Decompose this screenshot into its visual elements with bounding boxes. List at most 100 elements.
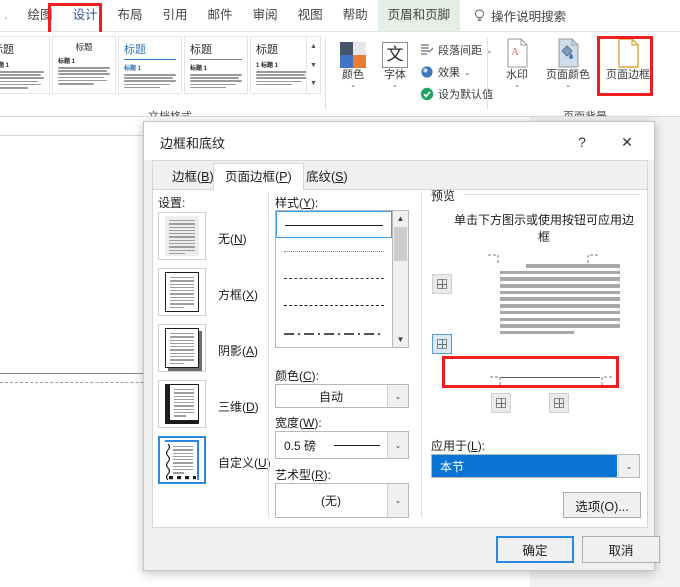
tab-shading[interactable]: 底纹(S): [295, 164, 359, 190]
setting-thumb-3d: [165, 384, 199, 424]
preview-bottom-border-toggle[interactable]: [432, 334, 452, 354]
watermark-button[interactable]: A 水印 ⌄: [496, 38, 538, 90]
tab-page-border-label: 页面边框(: [225, 170, 280, 184]
scroll-up-icon[interactable]: ▲: [393, 211, 408, 226]
effects-label: 效果: [438, 67, 460, 79]
gallery-scroll-down[interactable]: ▼: [307, 57, 320, 74]
style-card[interactable]: 标题 标题 1: [52, 36, 116, 94]
ok-button[interactable]: 确定: [496, 536, 574, 563]
close-icon[interactable]: ✕: [614, 132, 640, 152]
gallery-more-button[interactable]: ▼: [307, 75, 320, 92]
highlight-page-borders-button: [597, 36, 653, 96]
style-card-sub: 标题 1: [58, 59, 76, 65]
art-label: 艺术型(R):: [275, 466, 331, 483]
style-option-dashed-small[interactable]: [276, 265, 392, 292]
set-as-default-button[interactable]: 设为默认值: [420, 86, 493, 102]
tell-me-search[interactable]: 操作说明搜索: [460, 6, 566, 25]
style-option-dotted-fine[interactable]: [276, 238, 392, 265]
style-card[interactable]: 标题 1 标题 1: [250, 36, 314, 94]
width-combobox[interactable]: 0.5 磅 ⌄: [275, 431, 409, 459]
style-option-solid[interactable]: [276, 211, 392, 238]
color-combobox[interactable]: 自动 ⌄: [275, 384, 409, 408]
border-grid-lines: [437, 339, 447, 349]
help-icon[interactable]: ?: [570, 132, 594, 152]
fonts-button[interactable]: 文 字体 ⌄: [374, 38, 416, 90]
options-button[interactable]: 选项(O)...: [563, 492, 641, 518]
style-section-label: 样式(Y):: [275, 194, 318, 211]
style-list-scrollbar[interactable]: ▲ ▼: [393, 210, 409, 348]
ribbon-content: 标题 标题 1 标题 标题 1 标题 标题 1 标题 标题 1: [0, 32, 680, 123]
style-option-dashed[interactable]: [276, 292, 392, 319]
setting-custom[interactable]: [158, 436, 206, 484]
ribbon-tab-help[interactable]: 帮助: [333, 0, 378, 31]
tab-shading-label: 底纹(: [306, 170, 336, 184]
colors-label: 颜色: [342, 69, 364, 81]
cancel-button[interactable]: 取消: [582, 536, 660, 563]
chevron-down-icon[interactable]: ⌄: [618, 455, 639, 477]
watermark-icon: A: [496, 38, 538, 68]
style-card[interactable]: 标题 标题 1: [0, 36, 50, 94]
setting-thumb-custom: [165, 440, 199, 481]
ribbon-tab-bar: . 绘图 设计 布局 引用 邮件 审阅 视图 帮助 页眉和页脚 操作说明搜索: [0, 0, 680, 31]
svg-text:A: A: [511, 46, 519, 58]
preview-right-border-toggle[interactable]: [549, 393, 569, 413]
ribbon-tab-mailings[interactable]: 邮件: [198, 0, 243, 31]
setting-shadow[interactable]: [158, 324, 206, 372]
ribbon-tab-view[interactable]: 视图: [288, 0, 333, 31]
art-label-text: 艺术型(: [275, 468, 315, 482]
apply-to-combobox[interactable]: 本节 ⌄: [431, 454, 640, 478]
setting-none-tail: ): [242, 232, 247, 246]
lightbulb-icon: [474, 9, 485, 23]
ribbon-tab-header-footer[interactable]: 页眉和页脚: [377, 0, 461, 31]
scrollbar-thumb[interactable]: [394, 227, 407, 261]
chevron-down-icon[interactable]: ⌄: [374, 82, 416, 90]
chevron-down-icon[interactable]: ⌄: [387, 484, 408, 517]
preview-top-border-toggle[interactable]: [432, 274, 452, 294]
scroll-down-icon[interactable]: ▼: [393, 332, 408, 347]
style-label-key: Y: [303, 196, 312, 210]
tab-page-border[interactable]: 页面边框(P): [213, 163, 304, 191]
colors-button[interactable]: 颜色 ⌄: [332, 38, 374, 90]
chevron-down-icon[interactable]: ⌄: [540, 82, 596, 90]
chevron-down-icon[interactable]: ⌄: [496, 82, 538, 90]
tab-borders-label: 边框(: [172, 170, 202, 184]
setting-box[interactable]: [158, 268, 206, 316]
apply-to-value: 本节: [432, 455, 617, 477]
dialog-title: 边框和底纹: [160, 136, 226, 151]
ribbon-tab-review[interactable]: 审阅: [243, 0, 288, 31]
setting-custom-label: 自定义(U): [218, 454, 271, 471]
style-gallery-scrollbar[interactable]: ▲ ▼ ▼: [306, 36, 321, 94]
page-color-button[interactable]: 页面颜色 ⌄: [540, 38, 596, 90]
setting-thumb-none: [165, 216, 199, 256]
chevron-down-icon[interactable]: ⌄: [387, 432, 408, 458]
setting-3d-key: D: [246, 400, 255, 414]
paragraph-spacing-button[interactable]: 段落间距 ⌄: [420, 42, 493, 58]
effects-icon: [420, 65, 434, 79]
setting-shadow-key: A: [246, 344, 255, 358]
ribbon-group-divider: [325, 38, 326, 110]
ribbon-tab-references[interactable]: 引用: [153, 0, 198, 31]
preview-hint: 单击下方图示或使用按钮可应用边框: [454, 213, 635, 244]
borders-and-shading-dialog: 边框和底纹 ? ✕ 边框(B) 页面边框(P) 底纹(S) 设置: 无(N) 方…: [143, 121, 660, 571]
setting-3d[interactable]: [158, 380, 206, 428]
chevron-down-icon[interactable]: ⌄: [464, 68, 471, 77]
style-card[interactable]: 标题 标题 1: [118, 36, 182, 94]
chevron-down-icon[interactable]: ⌄: [387, 385, 408, 407]
style-line-dash-dot: [284, 333, 380, 335]
style-card[interactable]: 标题 标题 1: [184, 36, 248, 94]
theme-fonts-icon: 文: [374, 38, 416, 68]
style-list[interactable]: [275, 210, 393, 348]
art-combobox[interactable]: (无) ⌄: [275, 483, 409, 518]
apply-to-label-tail: ):: [477, 439, 486, 453]
style-line-dashed: [284, 305, 384, 306]
ribbon-tab-layout[interactable]: 布局: [108, 0, 153, 31]
preview-left-border-toggle[interactable]: [491, 393, 511, 413]
gallery-scroll-up[interactable]: ▲: [307, 38, 320, 55]
style-card-sub: 1 标题 1: [256, 63, 279, 69]
effects-button[interactable]: 效果 ⌄: [420, 64, 471, 80]
style-option-dash-dot[interactable]: [276, 319, 392, 346]
paragraph-spacing-icon: [420, 43, 434, 57]
style-line-dotted-fine: [284, 251, 384, 252]
setting-none[interactable]: [158, 212, 206, 260]
chevron-down-icon[interactable]: ⌄: [332, 82, 374, 90]
